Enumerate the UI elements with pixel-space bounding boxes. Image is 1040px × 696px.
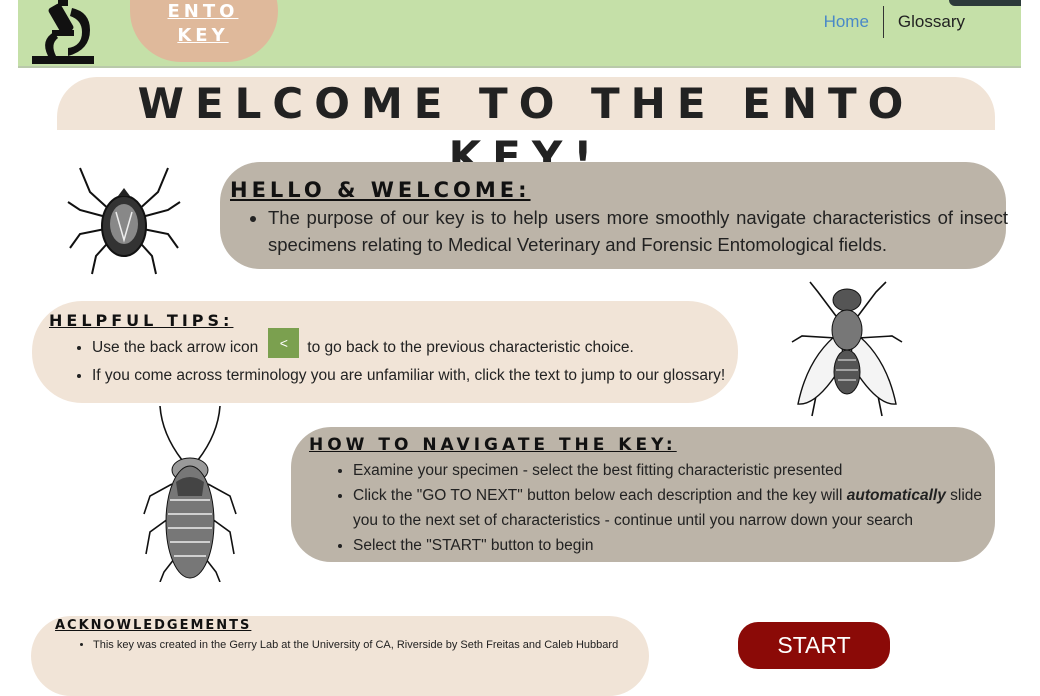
- microscope-icon[interactable]: [28, 0, 100, 66]
- main-nav: Home Glossary: [810, 6, 979, 38]
- acknowledgements-card: ACKNOWLEDGEMENTS This key was created in…: [31, 616, 649, 696]
- step2-text-start: Click the "GO TO NEXT" button below each…: [353, 487, 847, 504]
- navigate-heading: HOW TO NAVIGATE THE KEY:: [309, 435, 677, 455]
- tick-illustration: [67, 167, 181, 275]
- hello-bullet: The purpose of our key is to help users …: [268, 204, 1008, 258]
- brand-line-2: KEY: [177, 25, 229, 46]
- nav-glossary-link[interactable]: Glossary: [884, 12, 979, 32]
- acknowledgements-list: This key was created in the Gerry Lab at…: [75, 637, 653, 654]
- fly-illustration: [791, 281, 903, 417]
- hello-heading: HELLO & WELCOME:: [230, 178, 531, 202]
- how-to-navigate-card: HOW TO NAVIGATE THE KEY: Examine your sp…: [291, 427, 995, 562]
- header-corner-decoration: [949, 0, 1021, 6]
- start-button[interactable]: START: [738, 622, 890, 669]
- back-arrow-icon[interactable]: <: [268, 328, 300, 358]
- navigate-step-1: Examine your specimen - select the best …: [353, 458, 993, 483]
- step2-emphasis: automatically: [846, 487, 946, 504]
- tip-item-glossary: If you come across terminology you are u…: [92, 363, 752, 388]
- hello-welcome-card: HELLO & WELCOME: The purpose of our key …: [220, 162, 1008, 269]
- tip1-text-end: to go back to the previous characteristi…: [307, 339, 634, 357]
- cockroach-illustration: [143, 405, 237, 582]
- hello-list: The purpose of our key is to help users …: [250, 204, 1008, 258]
- tips-heading: HELPFUL TIPS:: [49, 311, 234, 330]
- navigate-step-2: Click the "GO TO NEXT" button below each…: [353, 483, 993, 533]
- brand-logo-text[interactable]: ENTO KEY: [148, 0, 258, 48]
- acknowledgement-item: This key was created in the Gerry Lab at…: [93, 637, 653, 654]
- acknowledgements-heading: ACKNOWLEDGEMENTS: [55, 618, 252, 633]
- tips-list: Use the back arrow icon < to go back to th…: [74, 328, 752, 388]
- nav-home-link[interactable]: Home: [810, 12, 883, 32]
- navigate-step-3: Select the "START" button to begin: [353, 533, 993, 558]
- helpful-tips-card: HELPFUL TIPS: Use the back arrow icon < to…: [32, 301, 738, 403]
- site-header: ENTO KEY Home Glossary: [18, 0, 1021, 68]
- tip1-text-start: Use the back arrow icon: [92, 339, 259, 357]
- welcome-banner: WELCOME TO THE ENTO KEY!: [57, 77, 995, 181]
- brand-line-1: ENTO: [167, 1, 239, 22]
- tip-item-back-arrow: Use the back arrow icon < to go back to th…: [92, 328, 752, 363]
- navigate-list: Examine your specimen - select the best …: [335, 458, 993, 558]
